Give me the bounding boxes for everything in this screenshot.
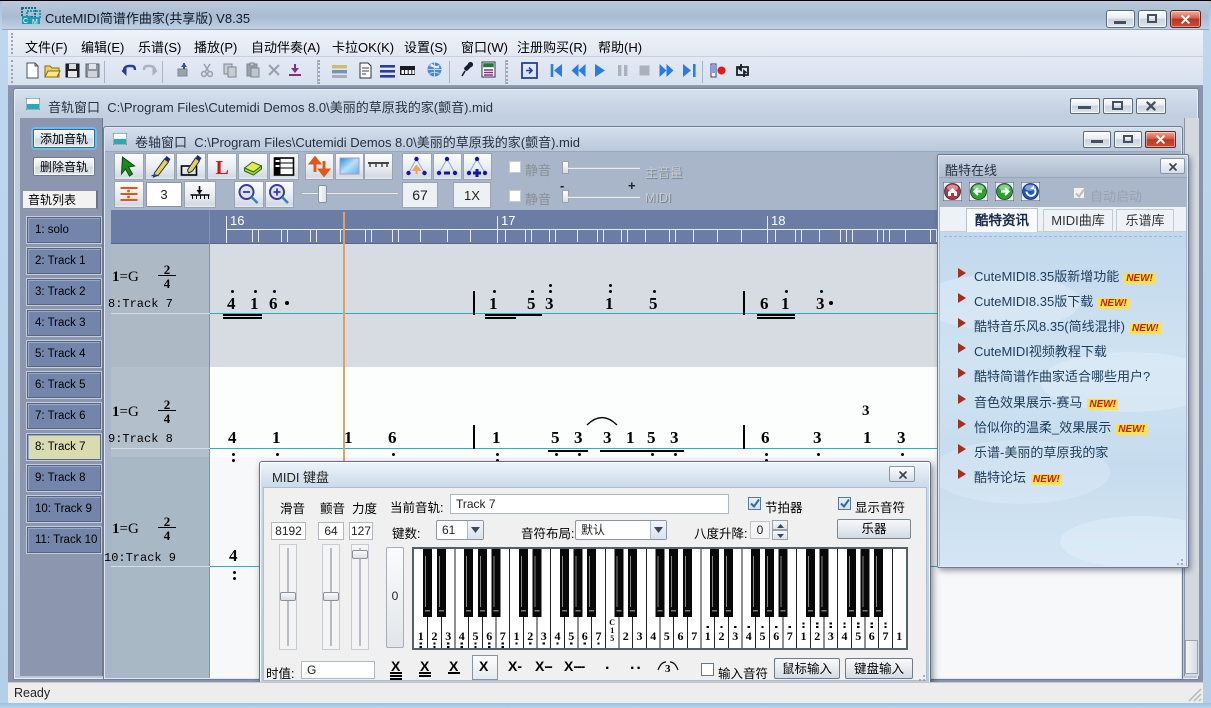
svg-text:6: 6 — [486, 629, 492, 643]
svg-text:2: 2 — [623, 629, 629, 643]
svg-text:7: 7 — [691, 629, 697, 643]
svg-text:7: 7 — [500, 629, 506, 643]
svg-text:7: 7 — [596, 629, 602, 643]
svg-text:3: 3 — [637, 629, 643, 643]
svg-text:3: 3 — [828, 629, 834, 643]
svg-text:5: 5 — [664, 629, 670, 643]
svg-text:3: 3 — [541, 629, 547, 643]
svg-text:7: 7 — [787, 629, 793, 643]
svg-text:6: 6 — [773, 629, 779, 643]
svg-text:1: 1 — [514, 629, 520, 643]
svg-text:3: 3 — [445, 629, 451, 643]
svg-text:3: 3 — [732, 629, 738, 643]
svg-text:2: 2 — [432, 629, 438, 643]
svg-text:4: 4 — [746, 629, 752, 643]
svg-text:5: 5 — [568, 629, 574, 643]
svg-text:M: M — [32, 19, 38, 25]
svg-text:5: 5 — [610, 634, 614, 643]
svg-text:2: 2 — [814, 629, 820, 643]
svg-text:6: 6 — [869, 629, 875, 643]
svg-text:4: 4 — [459, 629, 465, 643]
svg-text:1: 1 — [418, 629, 424, 643]
svg-text:C: C — [23, 18, 28, 25]
svg-text:4: 4 — [842, 629, 848, 643]
svg-text:4: 4 — [650, 629, 656, 643]
svg-text:7: 7 — [883, 629, 889, 643]
svg-text:2: 2 — [719, 629, 725, 643]
svg-text:5: 5 — [473, 629, 479, 643]
svg-text:1: 1 — [801, 629, 807, 643]
svg-text:1: 1 — [896, 629, 902, 643]
svg-text:5: 5 — [760, 629, 766, 643]
svg-text:4: 4 — [555, 629, 561, 643]
svg-text:L: L — [216, 157, 229, 179]
svg-text:1: 1 — [705, 629, 711, 643]
svg-text:3: 3 — [665, 663, 671, 674]
svg-text:6: 6 — [582, 629, 588, 643]
svg-text:5: 5 — [855, 629, 861, 643]
svg-text:6: 6 — [678, 629, 684, 643]
svg-text:2: 2 — [527, 629, 533, 643]
